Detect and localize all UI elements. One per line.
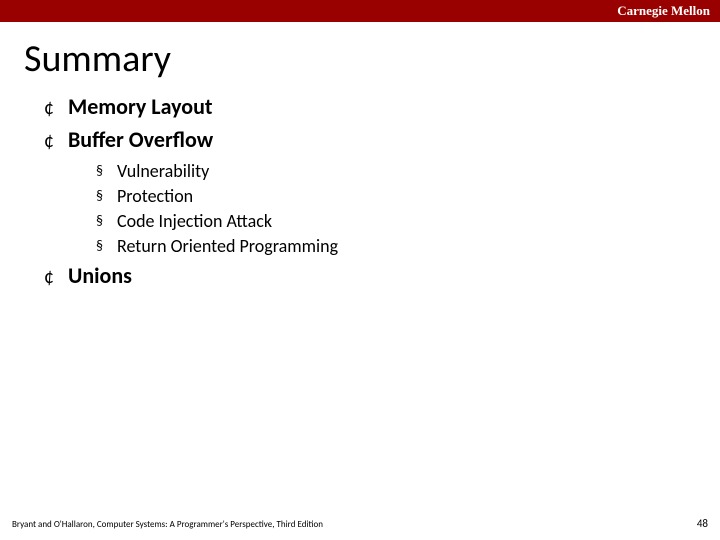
subtopic-item: § Protection xyxy=(96,185,720,207)
page-number: 48 xyxy=(697,517,708,530)
slide-title: Summary xyxy=(0,22,720,94)
hollow-bullet-icon: ¢ xyxy=(44,128,54,154)
topic-label: Buffer Overflow xyxy=(68,127,213,153)
topic-item: ¢ Buffer Overflow xyxy=(44,127,720,154)
square-bullet-icon: § xyxy=(96,235,103,257)
subtopic-label: Return Oriented Programming xyxy=(117,235,338,257)
footer: Bryant and O'Hallaron, Computer Systems:… xyxy=(12,517,708,530)
square-bullet-icon: § xyxy=(96,185,103,207)
topic-item: ¢ Unions xyxy=(44,263,720,290)
subtopic-item: § Return Oriented Programming xyxy=(96,235,720,257)
subtopic-label: Code Injection Attack xyxy=(117,210,272,232)
square-bullet-icon: § xyxy=(96,210,103,232)
square-bullet-icon: § xyxy=(96,160,103,182)
topic-label: Memory Layout xyxy=(68,94,213,120)
subtopic-list: § Vulnerability § Protection § Code Inje… xyxy=(44,160,720,257)
subtopic-label: Protection xyxy=(117,185,193,207)
hollow-bullet-icon: ¢ xyxy=(44,95,54,121)
top-bar: Carnegie Mellon xyxy=(0,0,720,22)
subtopic-item: § Vulnerability xyxy=(96,160,720,182)
footer-credit: Bryant and O'Hallaron, Computer Systems:… xyxy=(12,519,323,530)
subtopic-item: § Code Injection Attack xyxy=(96,210,720,232)
hollow-bullet-icon: ¢ xyxy=(44,264,54,290)
org-label: Carnegie Mellon xyxy=(617,3,710,19)
subtopic-label: Vulnerability xyxy=(117,160,209,182)
slide: Carnegie Mellon Summary ¢ Memory Layout … xyxy=(0,0,720,540)
topic-item: ¢ Memory Layout xyxy=(44,94,720,121)
topic-label: Unions xyxy=(68,263,132,289)
content-area: ¢ Memory Layout ¢ Buffer Overflow § Vuln… xyxy=(0,94,720,290)
